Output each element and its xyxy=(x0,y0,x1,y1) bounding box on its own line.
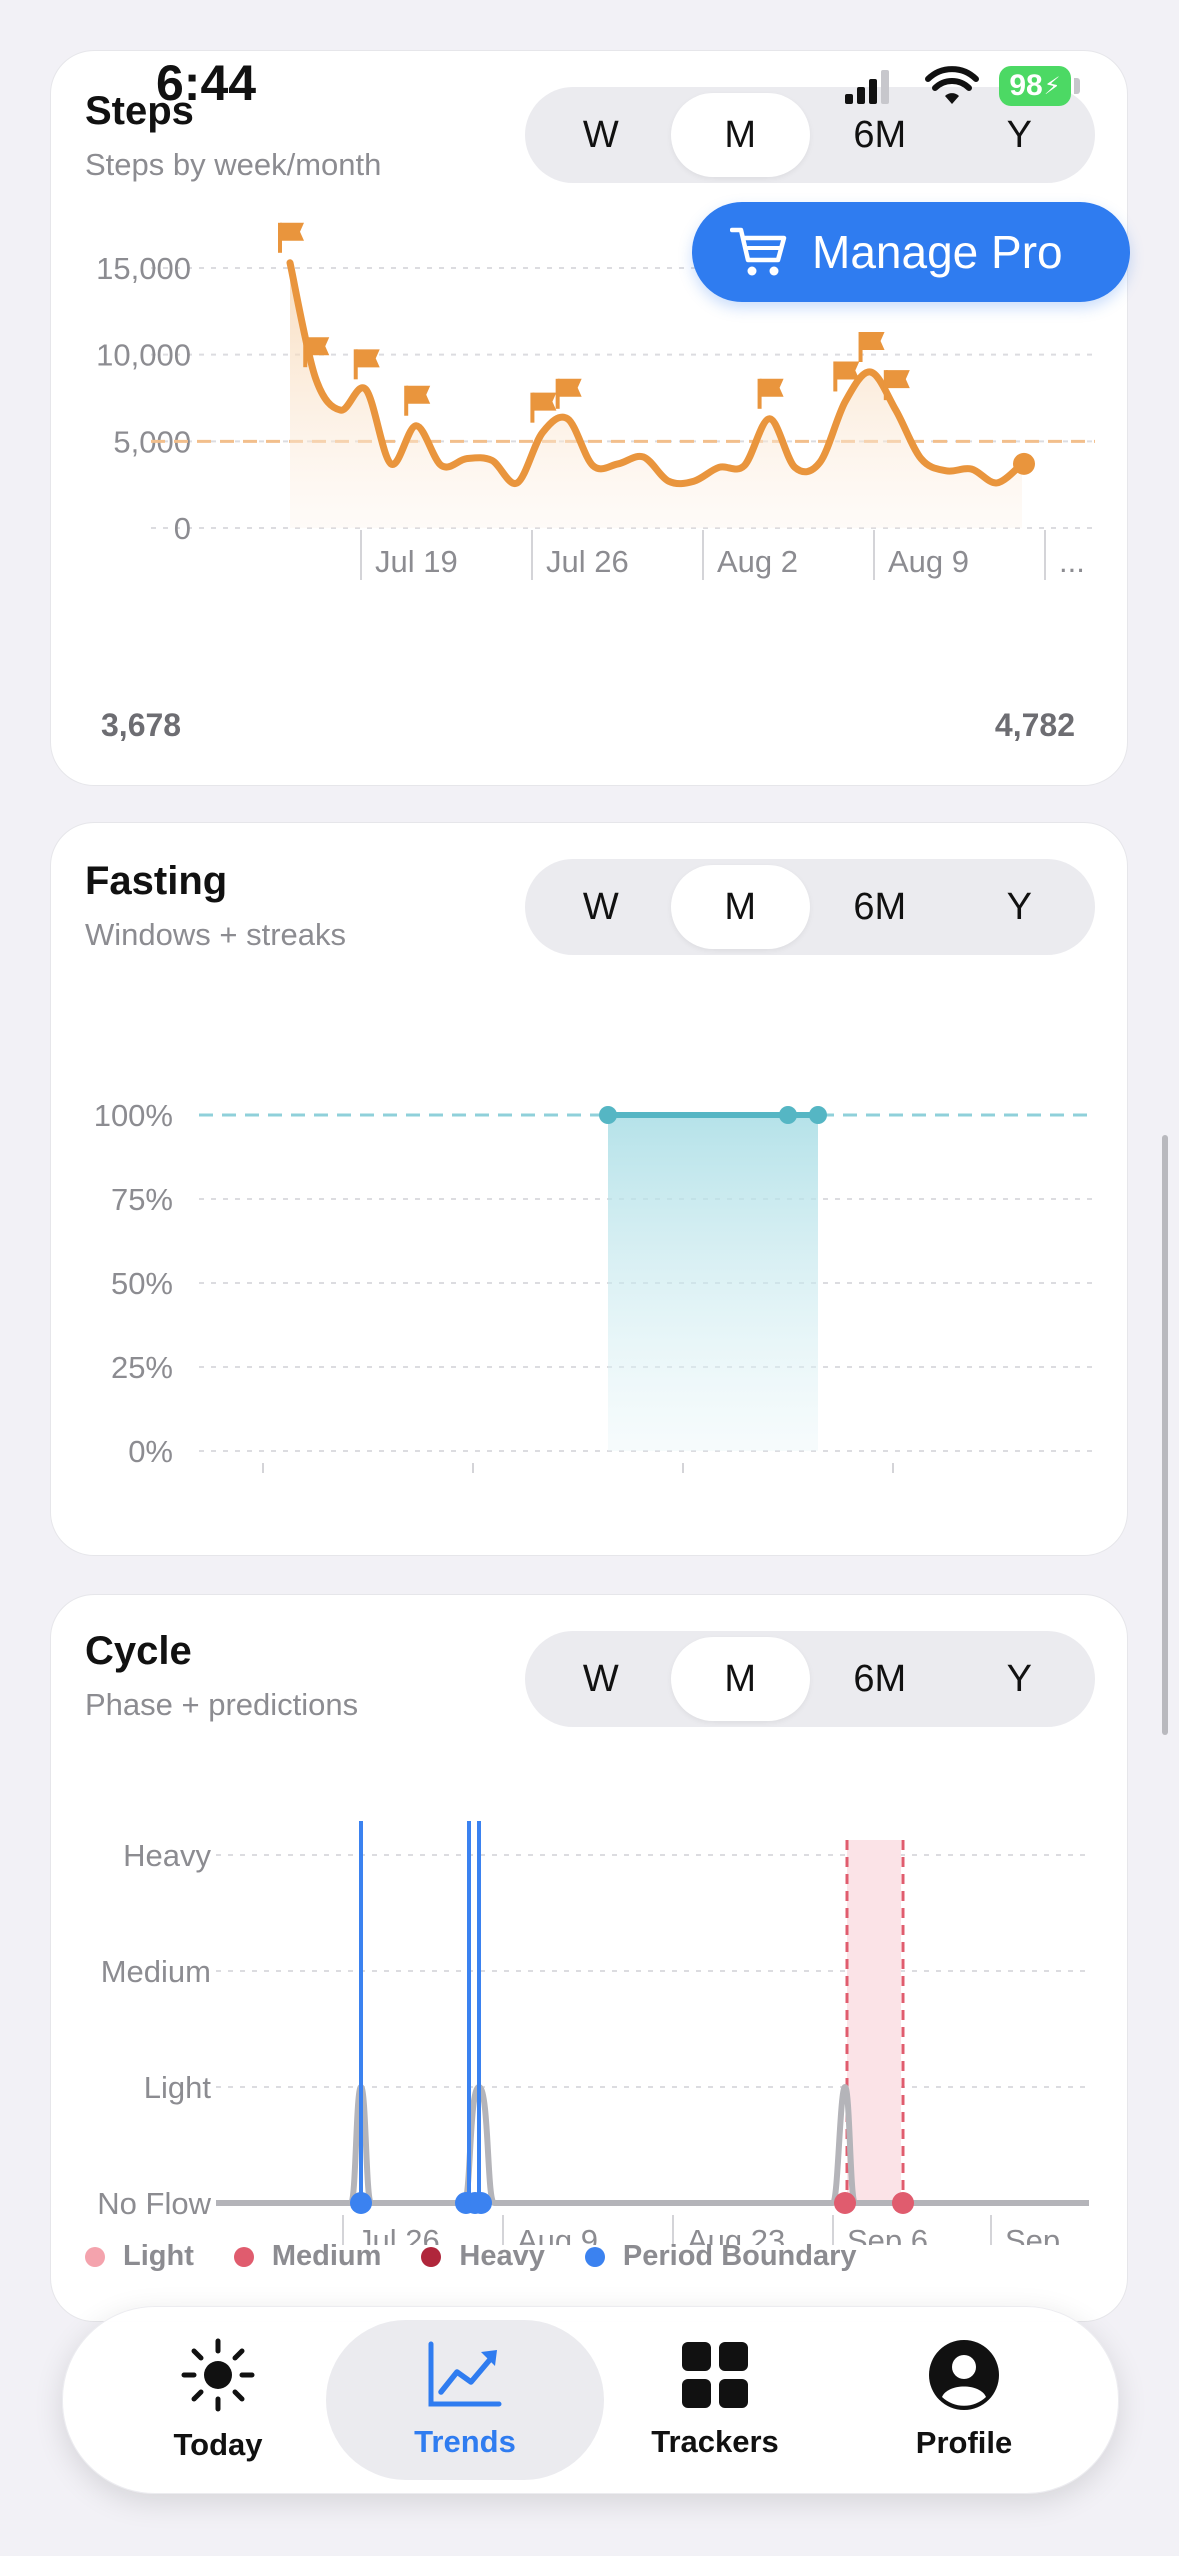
tab-label: Trends xyxy=(414,2424,516,2459)
y-tick-label: Light xyxy=(144,2070,212,2105)
boundary-point xyxy=(470,2192,492,2214)
tab-label: Trackers xyxy=(651,2424,779,2459)
cart-icon xyxy=(730,227,787,276)
flag-icon xyxy=(759,378,784,397)
flag-icon xyxy=(860,332,885,350)
y-tick-label: Heavy xyxy=(123,1838,211,1873)
legend-label: Light xyxy=(123,2240,194,2272)
fasting-area xyxy=(608,1115,818,1451)
steps-footer-left: 3,678 xyxy=(101,707,182,743)
flag-icon xyxy=(557,378,582,397)
tab-profile[interactable]: Profile xyxy=(844,2307,1084,2493)
range-selector: W M 6M Y xyxy=(525,859,1095,955)
x-tick-label: Aug 9 xyxy=(888,544,969,579)
y-tick-label: Medium xyxy=(101,1954,211,1989)
scrollbar[interactable] xyxy=(1162,1135,1168,1735)
tab-bar: Today Trends Trackers Profile xyxy=(62,2306,1119,2494)
sun-icon xyxy=(181,2338,255,2412)
x-tick-label: Sep... xyxy=(1005,2223,1086,2245)
card-subtitle: Steps by week/month xyxy=(85,147,382,182)
fasting-card: Fasting Windows + streaks W M 6M Y 100% 7… xyxy=(50,822,1128,1556)
card-title: Cycle xyxy=(85,1629,192,1673)
cycle-legend: Light Medium Heavy Period Boundary xyxy=(85,2240,897,2273)
card-subtitle: Windows + streaks xyxy=(85,917,347,952)
legend-dot xyxy=(584,2246,605,2267)
flag-icon xyxy=(280,222,304,241)
fasting-point xyxy=(779,1106,797,1124)
tab-label: Today xyxy=(173,2427,263,2462)
range-m-button[interactable]: M xyxy=(670,1637,810,1721)
legend-label: Period Boundary xyxy=(622,2240,857,2272)
battery-icon: 98 ⚡ xyxy=(999,66,1071,106)
flag-icon xyxy=(355,349,380,368)
battery-level: 98 xyxy=(1009,69,1043,102)
x-tick-label: Aug 2 xyxy=(717,544,798,579)
flag-icon xyxy=(835,361,860,380)
prediction-point xyxy=(892,2192,914,2214)
flag-icon xyxy=(885,370,910,389)
boundary-point xyxy=(350,2192,372,2214)
person-icon xyxy=(929,2340,999,2410)
range-w-button[interactable]: W xyxy=(531,865,671,949)
fasting-chart: 100%75%50%25%0%Jul 19Jul 26Aug 2Aug 9 xyxy=(94,1098,1093,1473)
y-tick-label: 50% xyxy=(111,1266,173,1301)
last-point xyxy=(1013,452,1035,475)
signal-icon xyxy=(845,70,889,104)
prediction-point xyxy=(834,2192,856,2214)
range-y-button[interactable]: Y xyxy=(950,1637,1090,1721)
flow-line xyxy=(216,2084,1089,2206)
flag-icon xyxy=(406,385,431,404)
range-w-button[interactable]: W xyxy=(531,1637,671,1721)
legend-dot xyxy=(85,2246,105,2267)
fasting-point xyxy=(599,1106,617,1124)
manage-pro-button[interactable]: Manage Pro xyxy=(692,202,1130,302)
legend-label: Heavy xyxy=(459,2240,545,2272)
flag-icon xyxy=(532,392,557,411)
flag-icon xyxy=(305,337,330,356)
x-tick-label: Jul 19 xyxy=(375,544,458,579)
legend-label: Medium xyxy=(271,2240,382,2272)
fasting-point xyxy=(809,1106,827,1124)
status-bar: 6:44 98 ⚡ xyxy=(0,0,1179,150)
wifi-icon xyxy=(925,66,979,104)
y-tick-label: 10,000 xyxy=(96,338,191,373)
tab-label: Profile xyxy=(915,2425,1013,2460)
tab-today[interactable]: Today xyxy=(98,2307,338,2493)
manage-pro-label: Manage Pro xyxy=(812,226,1063,278)
range-m-button[interactable]: M xyxy=(670,865,810,949)
cycle-chart: HeavyMediumLightNo FlowJul 26 Aug 9 Aug 23… xyxy=(97,1821,1089,2245)
range-6m-button[interactable]: 6M xyxy=(810,1637,950,1721)
cycle-card: Cycle Phase + predictions W M 6M Y Heavy… xyxy=(50,1594,1128,2322)
card-title: Fasting xyxy=(85,859,228,903)
tab-trackers[interactable]: Trackers xyxy=(595,2307,835,2493)
status-time: 6:44 xyxy=(156,55,257,111)
y-tick-label: 75% xyxy=(111,1182,173,1217)
legend-item-light: Light xyxy=(85,2240,194,2273)
y-tick-label: 0% xyxy=(128,1434,173,1469)
tab-trends[interactable]: Trends xyxy=(326,2320,604,2480)
grid-icon xyxy=(682,2342,748,2408)
range-6m-button[interactable]: 6M xyxy=(810,865,950,949)
y-tick-label: 15,000 xyxy=(96,251,191,286)
chart-icon xyxy=(428,2341,502,2407)
y-tick-label: 25% xyxy=(111,1350,173,1385)
y-tick-label: No Flow xyxy=(97,2186,211,2221)
legend-dot xyxy=(233,2246,254,2267)
range-selector: W M 6M Y xyxy=(525,1631,1095,1727)
legend-item-heavy: Heavy xyxy=(421,2240,545,2273)
legend-item-medium: Medium xyxy=(233,2240,382,2273)
x-tick-label: Jul 26 xyxy=(546,544,629,579)
range-y-button[interactable]: Y xyxy=(950,865,1090,949)
steps-card: Steps Steps by week/month W M 6M Y 15,00… xyxy=(50,50,1128,786)
y-tick-label: 0 xyxy=(174,511,191,546)
card-subtitle: Phase + predictions xyxy=(85,1687,359,1722)
legend-item-period-boundary: Period Boundary xyxy=(584,2240,857,2273)
legend-dot xyxy=(421,2246,442,2267)
y-tick-label: 100% xyxy=(94,1098,173,1133)
steps-area xyxy=(290,262,1022,528)
prediction-band xyxy=(847,1840,901,2203)
steps-footer-right: 4,782 xyxy=(994,707,1075,743)
x-tick-label: ... xyxy=(1059,544,1085,579)
